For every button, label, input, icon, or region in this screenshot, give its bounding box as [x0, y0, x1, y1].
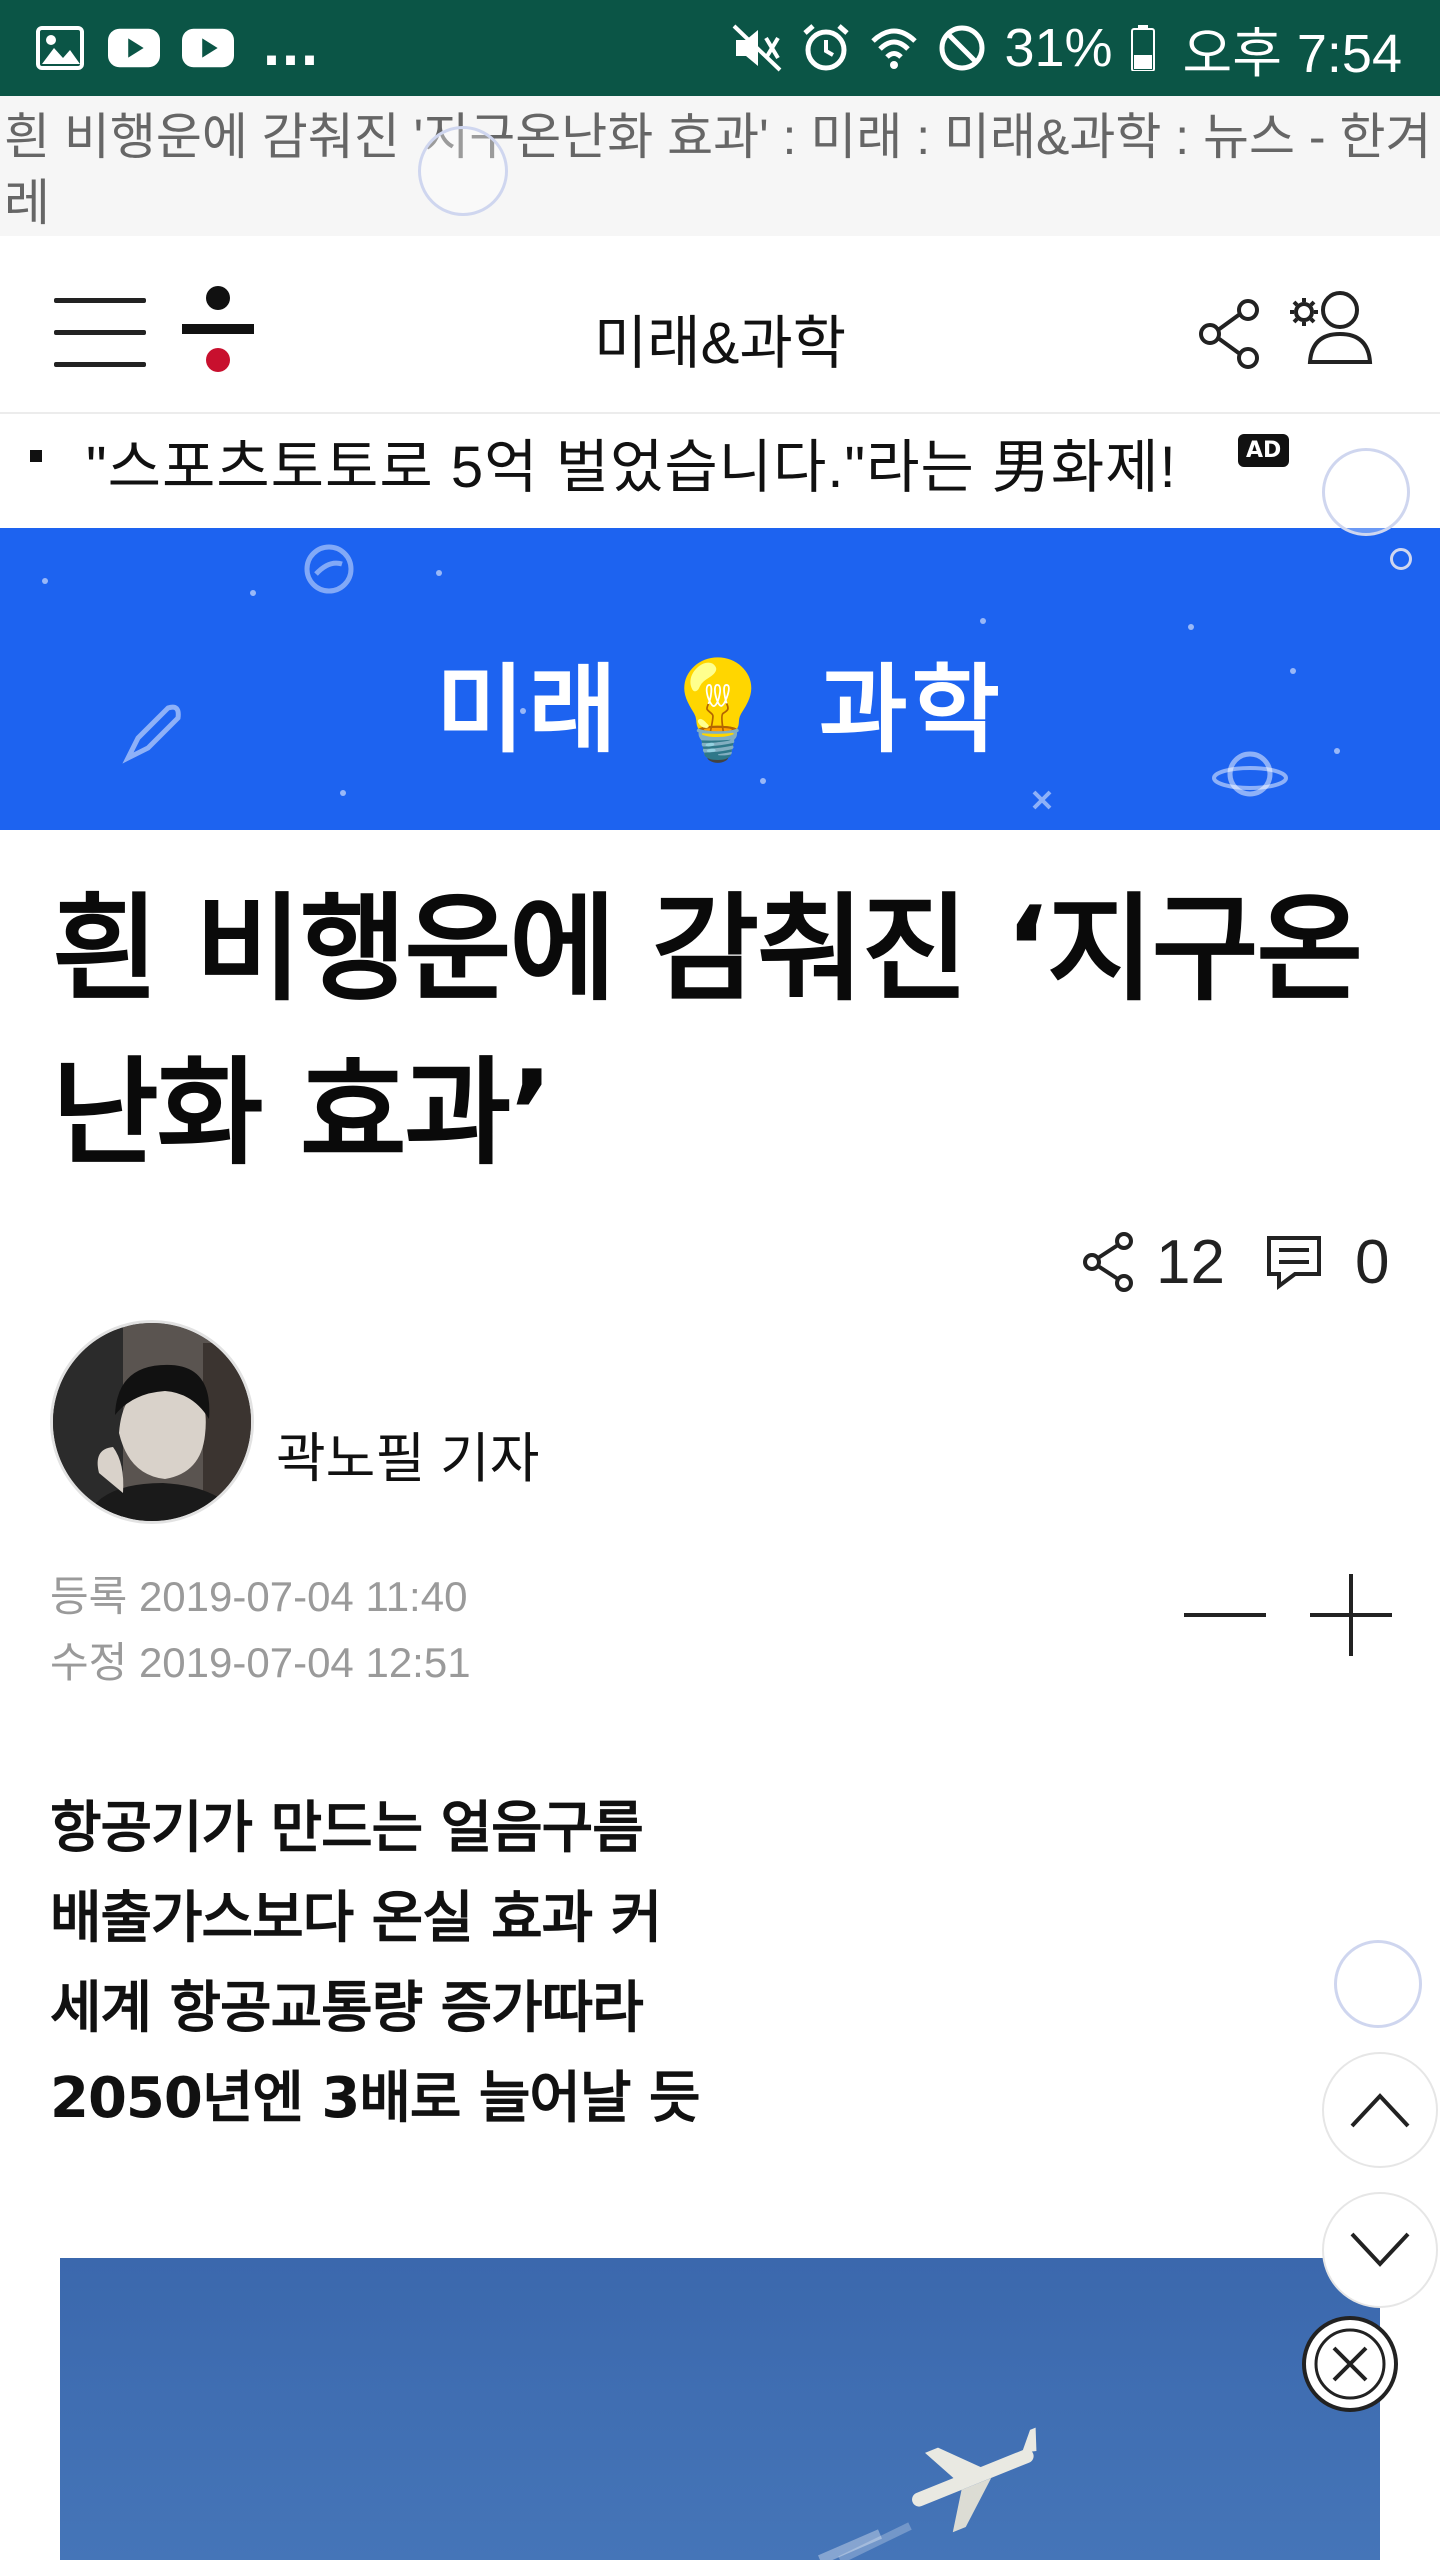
- ticker-bullet: [30, 450, 42, 462]
- font-decrease-button[interactable]: [1180, 1570, 1270, 1660]
- banner-star: [436, 570, 442, 576]
- banner-star: [980, 618, 986, 624]
- status-left: ...: [34, 22, 319, 74]
- modified-date: 수정 2019-07-04 12:51: [50, 1639, 471, 1686]
- chevron-up-icon: [1350, 2093, 1410, 2128]
- site-header: 미래&과학: [0, 236, 1440, 414]
- share-icon: [1199, 299, 1259, 369]
- touch-indicator: [418, 126, 508, 216]
- planet-ring-icon: [304, 544, 354, 594]
- article-headline: 흰 비행운에 감춰진 ‘지구온 난화 효과’: [52, 868, 1392, 1196]
- headline-line: 난화 효과’: [52, 1046, 553, 1181]
- headline-line: 흰 비행운에 감춰진 ‘지구온: [52, 882, 1363, 1017]
- touch-indicator: [1322, 448, 1410, 536]
- battery-percent: 31%: [1004, 18, 1113, 78]
- article-meta: 12 0: [1080, 1222, 1389, 1302]
- plus-icon: [1310, 1574, 1392, 1656]
- author-avatar[interactable]: [50, 1320, 254, 1524]
- banner-title: 미래 💡 과학: [436, 654, 1004, 766]
- more-notifications: ...: [262, 19, 319, 77]
- article-photo[interactable]: [60, 2258, 1380, 2560]
- youtube-icon: [108, 22, 160, 74]
- share-button[interactable]: [1196, 298, 1262, 370]
- article-dates: 등록 2019-07-04 11:40 수정 2019-07-04 12:51: [50, 1564, 471, 1696]
- close-button[interactable]: [1302, 2316, 1398, 2412]
- summary-line: 세계 항공교통량 증가따라: [50, 1976, 644, 2041]
- comment-icon[interactable]: [1265, 1234, 1323, 1290]
- youtube-icon: [182, 22, 234, 74]
- article-summary: 항공기가 만드는 얼음구름 배출가스보다 온실 효과 커 세계 항공교통량 증가…: [50, 1784, 700, 2144]
- ad-badge: AD: [1238, 434, 1290, 467]
- airplane-image: [60, 2258, 1380, 2560]
- avatar-photo: [53, 1323, 251, 1521]
- share-count: 12: [1156, 1227, 1225, 1297]
- scroll-down-button[interactable]: [1322, 2192, 1438, 2308]
- ticker-text[interactable]: "스포츠토토로 5억 벌었습니다."라는 男화제!: [86, 420, 1177, 504]
- mute-icon: [732, 22, 784, 74]
- clock: 오후 7:54: [1182, 23, 1402, 84]
- minus-icon: [1184, 1613, 1266, 1617]
- do-not-disturb-icon: [936, 22, 988, 74]
- sparkle-icon: [1032, 790, 1052, 810]
- battery-icon: [1129, 22, 1157, 74]
- banner-star: [1188, 624, 1194, 630]
- wifi-icon: [868, 22, 920, 74]
- alarm-icon: [800, 22, 852, 74]
- banner-star: [760, 778, 766, 784]
- registered-date: 등록 2019-07-04 11:40: [50, 1573, 468, 1620]
- banner-star: [250, 590, 256, 596]
- browser-page-title: 흰 비행운에 감춰진 '지구온난화 효과' : 미래 : 미래&과학 : 뉴스 …: [0, 96, 1440, 236]
- summary-line: 항공기가 만드는 얼음구름: [50, 1796, 644, 1861]
- scroll-up-button[interactable]: [1322, 2052, 1438, 2168]
- font-increase-button[interactable]: [1306, 1570, 1396, 1660]
- account-button[interactable]: [1290, 288, 1376, 368]
- ad-ticker[interactable]: "스포츠토토로 5억 벌었습니다."라는 男화제! AD: [0, 414, 1440, 528]
- author-name[interactable]: 곽노필 기자: [276, 1414, 539, 1493]
- close-icon: [1314, 2328, 1386, 2400]
- status-bar: ... 31% 오후 7:54: [0, 0, 1440, 96]
- touch-indicator: [1334, 1940, 1422, 2028]
- share-icon[interactable]: [1080, 1231, 1138, 1293]
- banner-star: [42, 578, 48, 584]
- summary-line: 배출가스보다 온실 효과 커: [50, 1886, 662, 1951]
- chevron-down-icon: [1350, 2232, 1410, 2267]
- comment-count: 0: [1354, 1227, 1390, 1297]
- section-banner[interactable]: 미래 💡 과학: [0, 528, 1440, 830]
- touch-indicator: [1390, 548, 1412, 570]
- summary-line: 2050년엔 3배로 늘어날 듯: [50, 2066, 700, 2131]
- image-icon: [34, 22, 86, 74]
- banner-star: [340, 790, 346, 796]
- status-right: 31% 오후 7:54: [732, 9, 1402, 88]
- user-settings-icon: [1290, 291, 1373, 364]
